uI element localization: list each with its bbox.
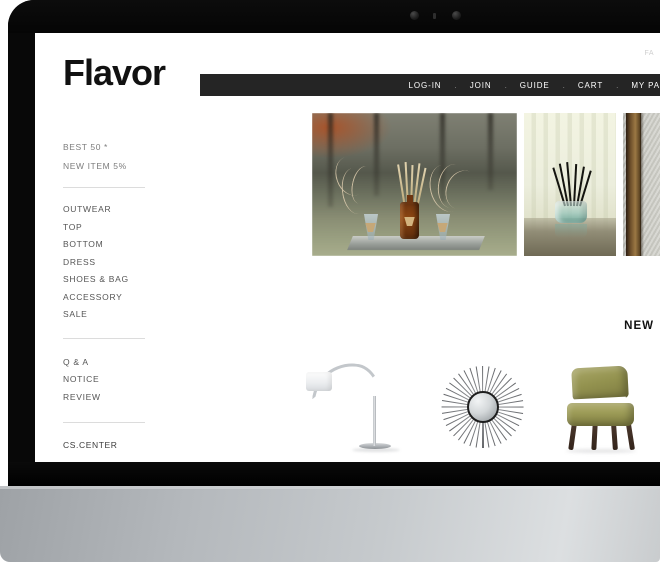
chair-leg — [611, 423, 618, 451]
sidebar-item-review[interactable]: REVIEW — [63, 389, 168, 407]
tree-trunk — [328, 113, 333, 208]
section-heading-new: NEW — [624, 320, 654, 332]
lamp-shade — [306, 372, 332, 391]
sidebar-item-cs-center[interactable]: CS.CENTER — [63, 440, 168, 450]
amber-bottle-neck — [407, 195, 413, 204]
sidebar-item-shoes-bag[interactable]: SHOES & BAG — [63, 271, 168, 289]
jar-reflection — [555, 224, 587, 238]
stand-highlight — [0, 486, 660, 489]
nav-separator: . — [616, 80, 619, 90]
nav-item-mypage[interactable]: MY PA — [631, 81, 660, 90]
nav-item-guide[interactable]: GUIDE — [520, 81, 550, 90]
site-header: Flavor FA LOG-IN . JOIN . GUIDE . CART .… — [35, 33, 660, 113]
sidebar-promo-best[interactable]: BEST 50 * — [63, 138, 168, 157]
sidebar-item-sale[interactable]: SALE — [63, 306, 168, 324]
nav-separator: . — [454, 80, 457, 90]
sensor-icon — [452, 11, 461, 20]
sidebar-item-notice[interactable]: NOTICE — [63, 371, 168, 389]
sidebar-item-bottom[interactable]: BOTTOM — [63, 236, 168, 254]
sidebar-promo-new-item[interactable]: NEW ITEM 5% — [63, 157, 168, 176]
chair-backrest — [571, 365, 629, 401]
tree-trunk — [488, 113, 493, 191]
hero-image-wood-frame-wall[interactable] — [623, 113, 660, 256]
product-olive-accent-chair[interactable] — [560, 363, 642, 455]
sidebar-item-dress[interactable]: DRESS — [63, 254, 168, 272]
glass-diffuser-jar — [555, 201, 587, 223]
hero-gallery — [312, 113, 660, 256]
chair-shadow — [566, 449, 636, 453]
wood-frame — [626, 113, 641, 256]
sidebar-divider — [63, 422, 145, 423]
chair-leg — [591, 423, 598, 451]
camera-cluster — [406, 10, 466, 22]
monitor-bottom-bezel — [8, 462, 660, 486]
main-navigation: LOG-IN . JOIN . GUIDE . CART . MY PA — [200, 74, 660, 96]
nav-item-join[interactable]: JOIN — [470, 81, 492, 90]
chair-seat — [567, 403, 634, 426]
tree-trunk — [374, 113, 379, 196]
mirror-sunburst-frame — [439, 365, 527, 449]
hero-image-reed-diffusers-outdoors[interactable] — [312, 113, 517, 256]
sidebar-item-qa[interactable]: Q & A — [63, 354, 168, 372]
sidebar-divider — [63, 187, 145, 188]
nav-item-cart[interactable]: CART — [578, 81, 603, 90]
hero-image-glass-diffuser-black-reeds[interactable] — [524, 113, 616, 256]
nav-item-login[interactable]: LOG-IN — [409, 81, 442, 90]
wood-frame-shadow — [640, 113, 644, 256]
sidebar-item-outwear[interactable]: OUTWEAR — [63, 201, 168, 219]
chair-leg — [568, 423, 577, 451]
monitor-device: Flavor FA LOG-IN . JOIN . GUIDE . CART .… — [0, 0, 660, 562]
black-reed-sticks — [552, 162, 592, 207]
product-sunburst-mirror[interactable] — [435, 363, 531, 455]
camera-lens-icon — [410, 11, 419, 20]
mirror-glass — [467, 391, 499, 423]
product-arc-floor-lamp[interactable] — [300, 359, 410, 455]
nav-separator: . — [504, 80, 507, 90]
product-grid — [280, 359, 660, 455]
sidebar-item-top[interactable]: TOP — [63, 219, 168, 237]
nav-separator: . — [562, 80, 565, 90]
chair-leg — [625, 423, 636, 451]
monitor-top-bezel — [8, 0, 660, 33]
sidebar-item-accessory[interactable]: ACCESSORY — [63, 289, 168, 307]
monitor-stand-base — [0, 486, 660, 562]
site-logo[interactable]: Flavor — [63, 55, 166, 91]
screen-viewport: Flavor FA LOG-IN . JOIN . GUIDE . CART .… — [35, 33, 660, 462]
status-led-icon — [433, 13, 436, 19]
sidebar: BEST 50 * NEW ITEM 5% OUTWEAR TOP BOTTOM… — [63, 138, 168, 450]
sidebar-divider — [63, 337, 145, 339]
utility-text: FA — [644, 50, 654, 57]
